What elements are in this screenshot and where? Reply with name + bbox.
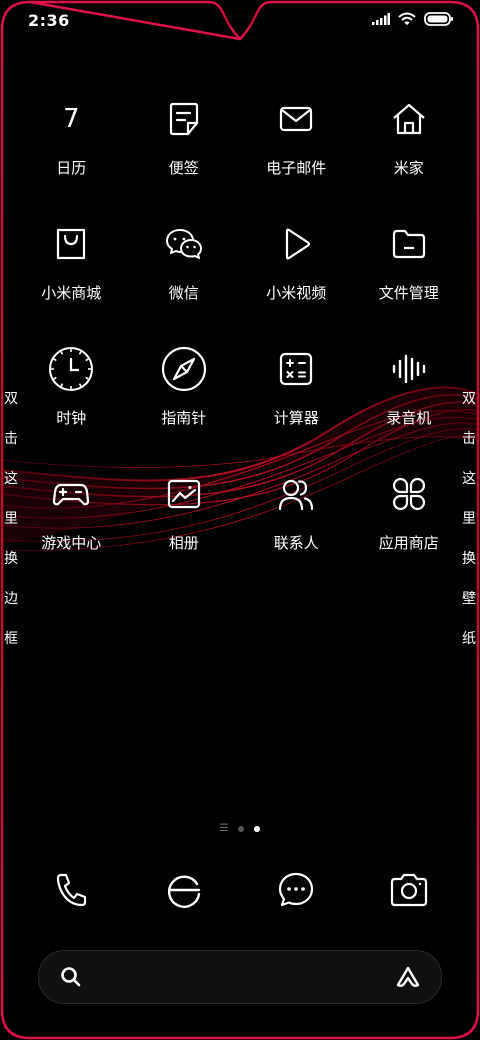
app-label: 小米视频 <box>266 284 327 302</box>
page-dot-active[interactable] <box>254 826 261 832</box>
message-icon <box>279 872 314 907</box>
hint-char: 换 <box>462 551 476 567</box>
camera-icon <box>390 873 427 907</box>
hint-char: 这 <box>462 471 476 487</box>
app-wechat[interactable]: 微信 <box>128 220 241 345</box>
app-label: 联系人 <box>273 534 319 552</box>
app-calendar[interactable]: 7 日历 <box>15 95 128 220</box>
hint-char: 换 <box>4 551 18 567</box>
browser-icon <box>167 875 200 908</box>
recorder-icon <box>385 345 433 393</box>
app-notes[interactable]: 便签 <box>128 95 241 220</box>
status-bar: 2:36 <box>0 0 480 40</box>
hint-char: 里 <box>462 511 476 527</box>
app-game-center[interactable]: 游戏中心 <box>15 470 128 595</box>
shopping-bag-icon <box>47 220 95 268</box>
folder-icon <box>385 220 433 268</box>
app-label: 微信 <box>168 284 199 302</box>
dock-messages[interactable] <box>240 862 353 918</box>
page-indicator[interactable]: ☰ <box>0 824 480 834</box>
notes-icon <box>160 95 208 143</box>
wechat-icon <box>160 220 208 268</box>
app-compass[interactable]: 指南针 <box>128 345 241 470</box>
app-label: 电子邮件 <box>266 159 327 177</box>
dock <box>15 862 465 918</box>
app-mijia[interactable]: 米家 <box>353 95 466 220</box>
app-store-icon <box>385 470 433 518</box>
compass-icon <box>160 345 208 393</box>
hint-char: 双 <box>462 391 476 407</box>
contacts-icon <box>272 470 320 518</box>
app-label: 文件管理 <box>378 284 439 302</box>
search-icon[interactable] <box>59 965 83 989</box>
battery-icon <box>424 12 453 26</box>
status-time: 2:36 <box>28 11 70 30</box>
app-label: 相册 <box>168 534 199 552</box>
gamepad-icon <box>47 470 95 518</box>
app-label: 米家 <box>393 159 424 177</box>
calendar-icon: 7 <box>47 95 95 143</box>
calendar-date: 7 <box>62 104 80 134</box>
play-icon <box>272 220 320 268</box>
app-label: 应用商店 <box>378 534 439 552</box>
signal-icon <box>372 13 390 25</box>
hint-char: 击 <box>462 431 476 447</box>
app-contacts[interactable]: 联系人 <box>240 470 353 595</box>
calculator-icon <box>272 345 320 393</box>
dock-camera[interactable] <box>353 862 466 918</box>
app-file-manager[interactable]: 文件管理 <box>353 220 466 345</box>
hint-char: 双 <box>4 391 18 407</box>
app-label: 便签 <box>168 159 199 177</box>
page-list-icon[interactable]: ☰ <box>220 824 229 834</box>
wifi-icon <box>398 12 416 25</box>
app-recorder[interactable]: 录音机 <box>353 345 466 470</box>
dock-phone[interactable] <box>15 862 128 918</box>
hint-char: 边 <box>4 591 18 607</box>
dock-browser[interactable] <box>128 862 241 918</box>
app-email[interactable]: 电子邮件 <box>240 95 353 220</box>
app-app-store[interactable]: 应用商店 <box>353 470 466 595</box>
app-mi-video[interactable]: 小米视频 <box>240 220 353 345</box>
app-label: 计算器 <box>273 409 319 427</box>
hint-char: 框 <box>4 631 18 647</box>
home-icon <box>385 95 433 143</box>
hint-char: 里 <box>4 511 18 527</box>
hint-char: 壁 <box>462 591 476 607</box>
mail-icon <box>272 95 320 143</box>
app-label: 指南针 <box>161 409 207 427</box>
app-mi-store[interactable]: 小米商城 <box>15 220 128 345</box>
clock-icon <box>47 345 95 393</box>
app-label: 日历 <box>56 159 87 177</box>
app-grid: 7 日历 便签 电子邮件 米家 小米商城 微信 小米视频 文件管理 时钟 指南针… <box>15 95 465 595</box>
page-dot[interactable] <box>238 826 245 832</box>
app-label: 录音机 <box>386 409 432 427</box>
change-border-hint[interactable]: 双 击 这 里 换 边 框 <box>1 385 21 665</box>
app-calculator[interactable]: 计算器 <box>240 345 353 470</box>
hint-char: 击 <box>4 431 18 447</box>
hint-char: 纸 <box>462 631 476 647</box>
app-label: 游戏中心 <box>41 534 102 552</box>
hint-char: 这 <box>4 471 18 487</box>
search-bar[interactable] <box>38 950 442 1004</box>
change-wallpaper-hint[interactable]: 双 击 这 里 换 壁 纸 <box>459 385 479 665</box>
assistant-icon[interactable] <box>395 965 421 989</box>
app-label: 小米商城 <box>41 284 102 302</box>
phone-icon <box>57 873 87 907</box>
gallery-icon <box>160 470 208 518</box>
app-clock[interactable]: 时钟 <box>15 345 128 470</box>
app-gallery[interactable]: 相册 <box>128 470 241 595</box>
app-label: 时钟 <box>56 409 87 427</box>
